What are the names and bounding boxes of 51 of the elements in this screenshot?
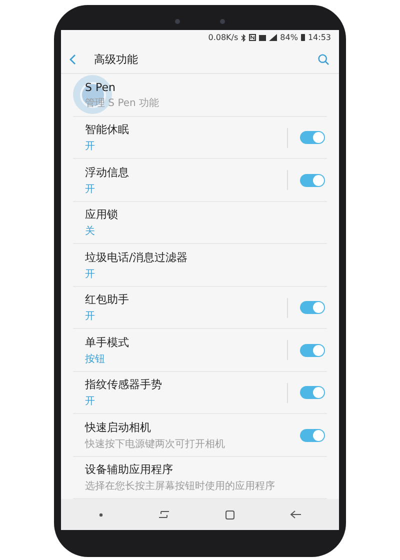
toggle-switch[interactable] — [300, 174, 325, 187]
setting-subtitle: 开 — [85, 182, 96, 196]
settings-row[interactable]: 应用锁 关 — [73, 202, 327, 244]
setting-subtitle: 选择在您长按主屏幕按钮时使用的应用程序 — [85, 480, 276, 494]
setting-title: 红包助手 — [85, 292, 130, 308]
setting-title: 浮动信息 — [85, 164, 130, 180]
setting-subtitle: 关 — [85, 224, 96, 238]
setting-title: 设备辅助应用程序 — [85, 462, 174, 478]
bluetooth-icon — [241, 34, 246, 42]
sensor-icon — [175, 19, 180, 24]
settings-row[interactable]: 智能休眠 开 — [73, 116, 327, 160]
settings-row[interactable]: 指纹传感器手势 开 — [73, 372, 327, 414]
setting-title: S Pen — [85, 80, 116, 94]
toggle-switch[interactable] — [300, 344, 325, 357]
recent-apps-icon[interactable] — [158, 510, 170, 520]
setting-title: 应用锁 — [85, 207, 119, 222]
clock: 14:53 — [308, 33, 331, 42]
toggle-switch[interactable] — [300, 428, 325, 442]
setting-subtitle: 开 — [85, 268, 96, 281]
nfc-icon — [249, 34, 256, 42]
settings-row[interactable]: 快速启动相机 快速按下电源键两次可打开相机 — [73, 414, 327, 457]
setting-subtitle: 管理 S Pen 功能 — [85, 96, 160, 110]
settings-row[interactable]: 单手模式 按钮 — [73, 329, 327, 372]
setting-title: 垃圾电话/消息过滤器 — [85, 250, 189, 265]
toggle-switch[interactable] — [300, 131, 325, 144]
setting-subtitle: 开 — [85, 140, 96, 154]
setting-title: 指纹传感器手势 — [85, 377, 163, 392]
setting-title: 智能休眠 — [85, 122, 130, 138]
setting-subtitle: 开 — [85, 395, 96, 408]
setting-title: 快速启动相机 — [85, 420, 152, 435]
settings-row[interactable]: S Pen 管理 S Pen 功能 — [73, 74, 327, 117]
dot-icon[interactable] — [98, 512, 102, 517]
battery-icon — [300, 34, 305, 42]
back-icon[interactable] — [69, 54, 76, 66]
back-nav-icon[interactable] — [290, 510, 302, 520]
setting-subtitle: 快速按下电源键两次可打开相机 — [85, 438, 226, 451]
signal-icon — [269, 34, 278, 42]
page-title: 高级功能 — [94, 52, 139, 68]
home-icon[interactable] — [224, 510, 234, 520]
setting-subtitle: 按钮 — [85, 352, 106, 366]
setting-title: 单手模式 — [85, 334, 130, 350]
toggle-switch[interactable] — [300, 386, 325, 400]
battery-percent: 84% — [280, 33, 298, 42]
search-icon[interactable] — [318, 54, 329, 66]
toggle-switch[interactable] — [300, 301, 325, 314]
settings-row[interactable]: 浮动信息 开 — [73, 159, 327, 202]
settings-row[interactable]: 红包助手 开 — [73, 286, 327, 330]
setting-subtitle: 开 — [85, 310, 96, 324]
settings-row[interactable]: 垃圾电话/消息过滤器 开 — [73, 244, 327, 287]
camera-icon — [220, 19, 225, 24]
network-speed: 0.08K/s — [208, 33, 238, 42]
